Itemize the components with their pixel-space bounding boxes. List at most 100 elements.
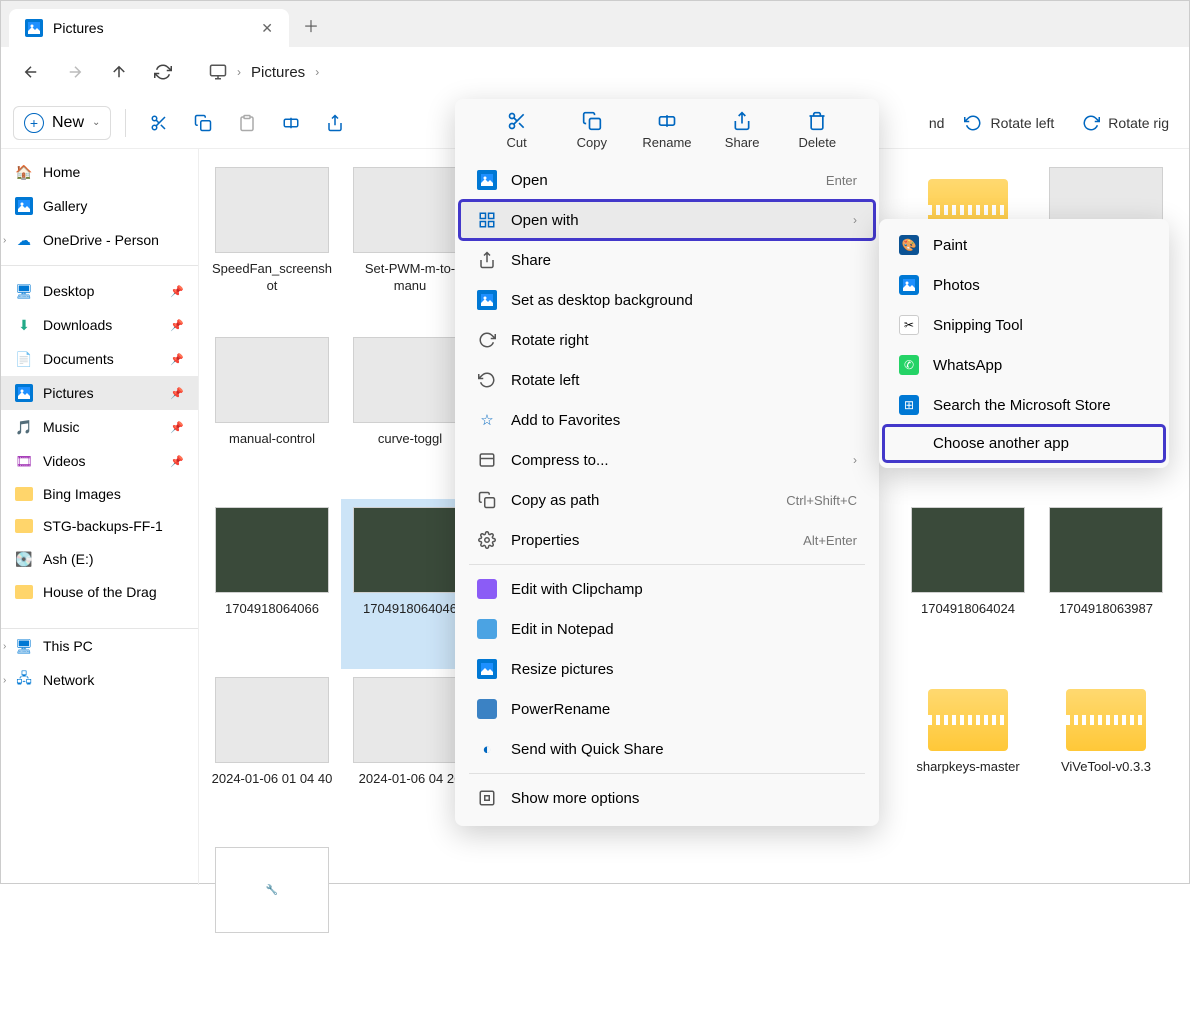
cm-rename-button[interactable]: Rename — [636, 111, 698, 150]
sidebar-item-music[interactable]: 🎵Music📌 — [1, 410, 198, 444]
document-icon: 📄 — [15, 350, 33, 368]
file-name: curve-toggl — [378, 431, 442, 448]
sm-choose-another[interactable]: Choose another app — [883, 425, 1165, 462]
sidebar-item-videos[interactable]: 🎞Videos📌 — [1, 444, 198, 478]
sm-store[interactable]: ⊞Search the Microsoft Store — [883, 385, 1165, 425]
pc-icon: 🖥 — [15, 637, 33, 655]
video-icon: 🎞 — [15, 452, 33, 470]
folder-icon — [15, 519, 33, 533]
star-icon: ☆ — [477, 410, 497, 430]
file-name: ViVeTool-v0.3.3 — [1061, 759, 1151, 776]
cm-quickshare[interactable]: ◐Send with Quick Share — [459, 729, 875, 769]
store-icon: ⊞ — [899, 395, 919, 415]
sidebar-item-home[interactable]: 🏠Home — [1, 155, 198, 189]
picture-icon — [477, 290, 497, 310]
breadcrumb[interactable]: › Pictures › — [209, 63, 1177, 81]
cm-properties[interactable]: PropertiesAlt+Enter — [459, 520, 875, 560]
sidebar-item-documents[interactable]: 📄Documents📌 — [1, 342, 198, 376]
sidebar-item-pictures[interactable]: Pictures📌 — [1, 376, 198, 410]
breadcrumb-pictures[interactable]: Pictures — [251, 64, 305, 81]
separator — [125, 109, 126, 137]
share-icon[interactable] — [316, 104, 354, 142]
sidebar-item-label: Videos — [43, 453, 86, 469]
rename-icon[interactable] — [272, 104, 310, 142]
cm-add-favorites[interactable]: ☆Add to Favorites — [459, 400, 875, 440]
sidebar-item-label: House of the Drag — [43, 584, 157, 600]
sm-photos[interactable]: Photos — [883, 265, 1165, 305]
cm-rotate-left[interactable]: Rotate left — [459, 360, 875, 400]
toolbar-partial-text: nd — [929, 115, 945, 131]
cm-label: Properties — [511, 532, 579, 549]
refresh-button[interactable] — [145, 54, 181, 90]
sidebar-item-desktop[interactable]: 🖥Desktop📌 — [1, 274, 198, 308]
sidebar-item-label: Home — [43, 164, 80, 180]
pictures-icon — [25, 19, 43, 37]
cm-show-more[interactable]: Show more options — [459, 778, 875, 818]
sidebar-item-thispc[interactable]: ›🖥This PC — [1, 629, 198, 663]
sm-snipping[interactable]: ✂Snipping Tool — [883, 305, 1165, 345]
cm-copy-path[interactable]: Copy as pathCtrl+Shift+C — [459, 480, 875, 520]
file-item[interactable]: 1704918063987 — [1037, 499, 1175, 669]
up-button[interactable] — [101, 54, 137, 90]
file-item[interactable]: 🔧 — [203, 839, 341, 1009]
chevron-right-icon: › — [853, 213, 857, 227]
cm-label: Show more options — [511, 790, 639, 807]
sidebar-item-stg[interactable]: STG-backups-FF-1 — [1, 510, 198, 542]
cut-icon[interactable] — [140, 104, 178, 142]
cm-cut-button[interactable]: Cut — [486, 111, 548, 150]
sidebar-item-network[interactable]: ›🖧Network — [1, 663, 198, 697]
zip-thumbnail — [928, 689, 1008, 751]
cm-share-button[interactable]: Share — [711, 111, 773, 150]
sidebar-item-downloads[interactable]: ⬇Downloads📌 — [1, 308, 198, 342]
music-icon: 🎵 — [15, 418, 33, 436]
file-item[interactable]: sharpkeys-master — [899, 669, 1037, 839]
cm-delete-button[interactable]: Delete — [786, 111, 848, 150]
paste-icon[interactable] — [228, 104, 266, 142]
cm-resize[interactable]: Resize pictures — [459, 649, 875, 689]
file-item[interactable]: ViVeTool-v0.3.3 — [1037, 669, 1175, 839]
cm-shortcut: Ctrl+Shift+C — [786, 493, 857, 508]
sidebar-item-label: Network — [43, 672, 94, 688]
new-tab-button[interactable]: ＋ — [289, 3, 333, 47]
cm-label: Share — [511, 252, 551, 269]
sidebar-item-ash[interactable]: 💽Ash (E:) — [1, 542, 198, 576]
sm-paint[interactable]: 🎨Paint — [883, 225, 1165, 265]
sidebar-item-onedrive[interactable]: ›☁OneDrive - Person — [1, 223, 198, 257]
back-button[interactable] — [13, 54, 49, 90]
cm-set-background[interactable]: Set as desktop background — [459, 280, 875, 320]
copy-icon[interactable] — [184, 104, 222, 142]
file-item[interactable]: SpeedFan_screenshot — [203, 159, 341, 329]
rotate-left-icon — [964, 114, 982, 132]
sidebar-item-gallery[interactable]: Gallery — [1, 189, 198, 223]
sidebar-item-bing[interactable]: Bing Images — [1, 478, 198, 510]
cm-compress[interactable]: Compress to...› — [459, 440, 875, 480]
cm-notepad[interactable]: Edit in Notepad — [459, 609, 875, 649]
sidebar-item-label: Bing Images — [43, 486, 121, 502]
tab-pictures[interactable]: Pictures ✕ — [9, 9, 289, 47]
cm-open-with[interactable]: Open with› — [459, 200, 875, 240]
chevron-right-icon: › — [237, 65, 241, 79]
cm-label: Compress to... — [511, 452, 609, 469]
cm-label: Resize pictures — [511, 661, 614, 678]
cm-share[interactable]: Share — [459, 240, 875, 280]
new-button[interactable]: + New ⌄ — [13, 106, 111, 140]
cm-open[interactable]: OpenEnter — [459, 160, 875, 200]
cm-clipchamp[interactable]: Edit with Clipchamp — [459, 569, 875, 609]
sm-label: Photos — [933, 277, 980, 294]
forward-button[interactable] — [57, 54, 93, 90]
cm-rotate-right[interactable]: Rotate right — [459, 320, 875, 360]
cm-powerrename[interactable]: PowerRename — [459, 689, 875, 729]
cm-tool-label: Cut — [506, 135, 526, 150]
rotate-right-button[interactable]: Rotate rig — [1074, 108, 1177, 138]
cm-copy-button[interactable]: Copy — [561, 111, 623, 150]
sidebar-item-label: Music — [43, 419, 80, 435]
close-icon[interactable]: ✕ — [261, 20, 273, 37]
file-item[interactable]: 1704918064024 — [899, 499, 1037, 669]
sidebar-item-house[interactable]: House of the Drag — [1, 576, 198, 608]
file-item[interactable]: manual-control — [203, 329, 341, 499]
file-item[interactable]: 2024-01-06 01 04 40 — [203, 669, 341, 839]
file-item[interactable]: 1704918064066 — [203, 499, 341, 669]
sm-whatsapp[interactable]: ✆WhatsApp — [883, 345, 1165, 385]
rotate-left-button[interactable]: Rotate left — [956, 108, 1062, 138]
chevron-right-icon: › — [3, 675, 6, 686]
